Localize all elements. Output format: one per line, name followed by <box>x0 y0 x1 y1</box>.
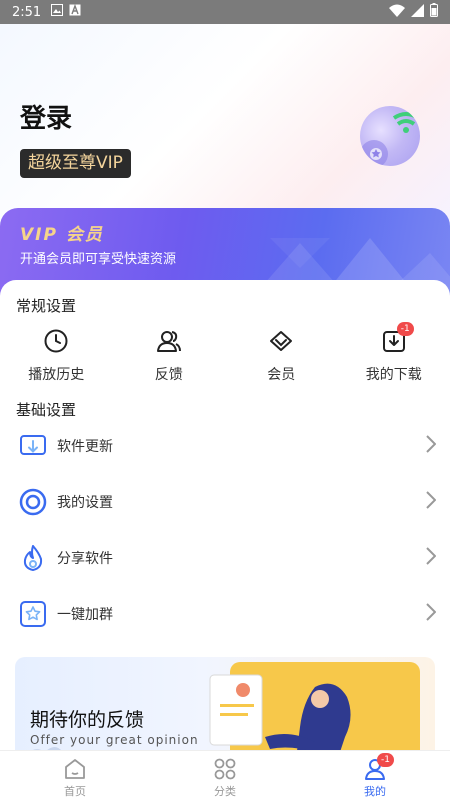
flame-icon <box>19 544 47 572</box>
vip-subtitle: 开通会员即可享受快速资源 <box>20 252 177 267</box>
list-item-my-settings[interactable]: 我的设置 <box>0 474 450 530</box>
category-icon <box>213 757 237 781</box>
tab-home[interactable]: 首页 <box>0 751 150 800</box>
grid-item-label: 我的下载 <box>365 367 422 383</box>
tab-label: 首页 <box>64 785 86 798</box>
feedback-title: 期待你的反馈 <box>30 709 145 731</box>
general-settings-grid: 播放历史 反馈 会员 -1 我的下载 <box>0 322 450 384</box>
avatar[interactable] <box>360 106 420 166</box>
status-time: 2:51 <box>12 4 42 20</box>
login-button[interactable]: 登录 <box>20 98 72 135</box>
grid-item-label: 反馈 <box>154 367 183 383</box>
general-settings-title: 常规设置 <box>16 297 77 315</box>
bottom-tab-bar: 首页 分类 -1 我的 <box>0 750 450 800</box>
image-notification-icon <box>51 4 64 20</box>
grid-item-label: 播放历史 <box>28 367 85 383</box>
grid-item-play-history[interactable]: 播放历史 <box>0 324 113 384</box>
vip-title: VIP 会员 <box>20 225 104 245</box>
settings-ring-icon <box>19 488 47 516</box>
chevron-right-icon <box>426 491 437 513</box>
grid-item-label: 会员 <box>267 367 296 383</box>
diamond-icon <box>268 328 294 354</box>
grid-item-member[interactable]: 会员 <box>225 324 338 384</box>
tab-label: 我的 <box>364 785 386 798</box>
clock-icon <box>43 328 69 354</box>
tab-category[interactable]: 分类 <box>150 751 300 800</box>
download-count-badge: -1 <box>396 322 414 336</box>
update-icon <box>19 432 47 460</box>
home-icon <box>63 757 87 781</box>
list-item-label: 一键加群 <box>57 607 113 623</box>
download-icon: -1 <box>381 322 414 354</box>
avatar-illustration-icon <box>360 112 420 166</box>
signal-icon <box>411 3 424 21</box>
tab-mine[interactable]: -1 我的 <box>300 751 450 800</box>
list-item-label: 我的设置 <box>57 495 113 511</box>
profile-tab-badge: -1 <box>377 753 394 767</box>
grid-item-feedback[interactable]: 反馈 <box>113 324 226 384</box>
list-item-label: 软件更新 <box>57 439 113 455</box>
tab-label: 分类 <box>214 785 236 798</box>
chevron-right-icon <box>426 603 437 625</box>
vip-badge: 超级至尊VIP <box>20 149 131 178</box>
status-bar: 2:51 <box>0 0 450 24</box>
feedback-subtitle: Offer your great opinion <box>30 733 199 747</box>
list-item-software-update[interactable]: 软件更新 <box>0 418 450 474</box>
wifi-status-icon <box>389 4 405 21</box>
users-icon <box>156 328 182 354</box>
chevron-right-icon <box>426 547 437 569</box>
a-notification-icon <box>69 4 81 20</box>
chevron-right-icon <box>426 435 437 457</box>
battery-icon <box>430 3 438 21</box>
grid-item-my-downloads[interactable]: -1 我的下载 <box>338 322 450 384</box>
list-item-label: 分享软件 <box>57 551 113 567</box>
basic-settings-title: 基础设置 <box>16 401 77 419</box>
list-item-share-software[interactable]: 分享软件 <box>0 530 450 586</box>
list-item-join-group[interactable]: 一键加群 <box>0 586 450 642</box>
star-box-icon <box>19 600 47 628</box>
profile-icon: -1 <box>363 753 394 781</box>
